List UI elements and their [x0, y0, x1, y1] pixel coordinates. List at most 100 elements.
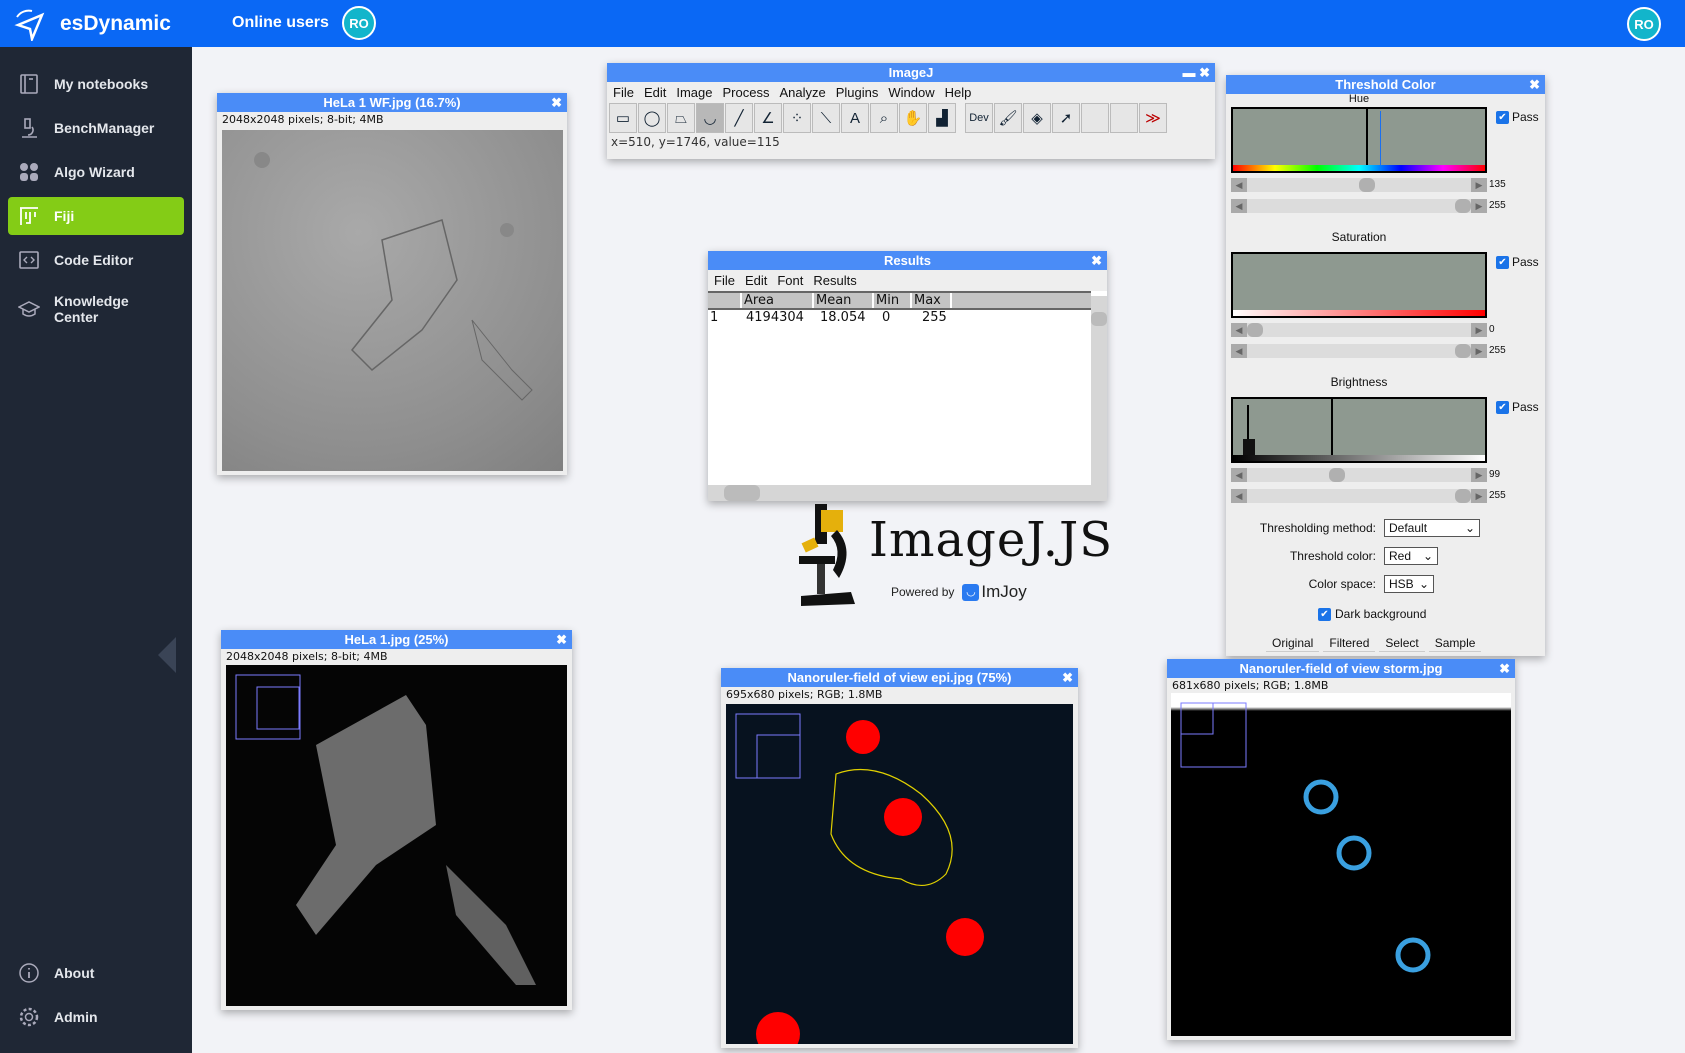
sidebar-item-my-notebooks[interactable]: My notebooks — [8, 65, 184, 103]
brightness-max-slider[interactable] — [1231, 489, 1487, 503]
tool-button[interactable]: ◡ — [696, 103, 724, 133]
image-canvas[interactable] — [1171, 693, 1511, 1036]
window-titlebar[interactable]: HeLa 1 WF.jpg (16.7%) ✖ — [217, 93, 567, 112]
image-info: 2048x2048 pixels; 8-bit; 4MB — [226, 650, 388, 663]
chevron-down-icon: ⌄ — [1464, 521, 1475, 535]
button-filtered[interactable]: Filtered — [1323, 635, 1376, 652]
tool-button[interactable]: ∠ — [754, 103, 782, 133]
dark-background-checkbox[interactable]: ✔ Dark background — [1318, 607, 1426, 621]
color-space-select[interactable]: HSB ⌄ — [1384, 575, 1434, 593]
window-titlebar[interactable]: HeLa 1.jpg (25%) ✖ — [221, 630, 572, 649]
checkbox-icon: ✔ — [1496, 400, 1509, 414]
tool-button[interactable]: ⟍ — [812, 103, 840, 133]
close-icon[interactable]: ✖ — [1499, 659, 1510, 678]
menu-process[interactable]: Process — [723, 85, 770, 100]
image-canvas[interactable] — [222, 130, 563, 471]
tool-button[interactable]: ➚ — [1052, 103, 1080, 133]
sidebar-item-code-editor[interactable]: Code Editor — [8, 241, 184, 279]
tool-button[interactable]: ⌕ — [870, 103, 898, 133]
user-avatar[interactable]: RO — [1627, 7, 1661, 41]
table-header: Area Mean Min Max — [708, 291, 1091, 310]
image-canvas[interactable] — [726, 704, 1073, 1044]
menu-font[interactable]: Font — [777, 273, 803, 288]
brightness-min-slider[interactable] — [1231, 468, 1487, 482]
tool-button[interactable] — [1110, 103, 1138, 133]
chevron-down-icon: ⌄ — [1418, 577, 1429, 591]
menu-analyze[interactable]: Analyze — [779, 85, 825, 100]
vertical-scrollbar[interactable] — [1091, 296, 1107, 485]
window-titlebar[interactable]: Threshold Color ✖ — [1226, 75, 1545, 94]
online-user-avatar[interactable]: RO — [342, 6, 376, 40]
saturation-min-value: 0 — [1489, 324, 1495, 335]
close-icon[interactable]: ✖ — [551, 93, 562, 112]
sidebar-item-about[interactable]: About — [8, 954, 184, 992]
sidebar-item-fiji[interactable]: Fiji — [8, 197, 184, 235]
brightness-histogram — [1231, 397, 1487, 463]
sidebar-item-label: Algo Wizard — [54, 164, 135, 180]
tool-button[interactable]: ⁘ — [783, 103, 811, 133]
threshold-color-window: Threshold Color✖ Hue ✔Pass 135 255 Satur… — [1226, 75, 1545, 656]
tool-button[interactable]: ≫ — [1139, 103, 1167, 133]
saturation-pass-checkbox[interactable]: ✔ Pass — [1496, 255, 1539, 269]
column-header[interactable] — [708, 293, 742, 308]
microscope-icon — [22, 118, 37, 138]
close-icon[interactable]: ✖ — [1091, 251, 1102, 270]
table-cell: 0 — [882, 310, 891, 325]
column-header[interactable]: Mean — [814, 293, 874, 308]
brightness-pass-checkbox[interactable]: ✔ Pass — [1496, 400, 1539, 414]
menu-file[interactable]: File — [613, 85, 634, 100]
tool-button[interactable]: ▭ — [609, 103, 637, 133]
menu-plugins[interactable]: Plugins — [836, 85, 879, 100]
button-sample[interactable]: Sample — [1428, 635, 1482, 652]
saturation-max-slider[interactable] — [1231, 344, 1487, 358]
tool-button[interactable]: ▟ — [928, 103, 956, 133]
threshold-color-select[interactable]: Red ⌄ — [1384, 547, 1438, 565]
minimize-close-icon[interactable]: ▬ ✖ — [1182, 63, 1210, 82]
method-select[interactable]: Default ⌄ — [1384, 519, 1480, 537]
menu-file[interactable]: File — [714, 273, 735, 288]
column-header[interactable]: Max — [912, 293, 952, 308]
menu-edit[interactable]: Edit — [745, 273, 767, 288]
tool-button[interactable]: ✋ — [899, 103, 927, 133]
menu-window[interactable]: Window — [888, 85, 934, 100]
column-header[interactable]: Min — [874, 293, 912, 308]
button-original[interactable]: Original — [1266, 635, 1320, 652]
hue-pass-checkbox[interactable]: ✔ Pass — [1496, 110, 1539, 124]
close-icon[interactable]: ✖ — [1062, 668, 1073, 687]
sidebar-item-knowledge-center[interactable]: Knowledge Center — [8, 285, 184, 333]
saturation-min-slider[interactable] — [1231, 323, 1487, 337]
close-icon[interactable]: ✖ — [556, 630, 567, 649]
horizontal-scrollbar[interactable] — [708, 485, 1107, 501]
sidebar-item-algo-wizard[interactable]: Algo Wizard — [8, 153, 184, 191]
menu-edit[interactable]: Edit — [644, 85, 666, 100]
tool-button[interactable]: Dev — [965, 103, 993, 133]
window-title: ImageJ — [888, 65, 934, 80]
window-titlebar[interactable]: Nanoruler-field of view storm.jpg ✖ — [1167, 659, 1515, 678]
button-select[interactable]: Select — [1379, 635, 1425, 652]
hue-min-slider[interactable] — [1231, 178, 1487, 192]
sidebar-item-benchmanager[interactable]: BenchManager — [8, 109, 184, 147]
window-titlebar[interactable]: ImageJ ▬ ✖ — [607, 63, 1215, 82]
hue-max-slider[interactable] — [1231, 199, 1487, 213]
menu-results[interactable]: Results — [813, 273, 856, 288]
collapse-sidebar-icon[interactable] — [158, 637, 176, 673]
table-row[interactable]: 1 4194304 18.054 0 255 — [708, 310, 1091, 328]
close-icon[interactable]: ✖ — [1529, 75, 1540, 94]
chevron-down-icon: ⌄ — [1422, 549, 1433, 563]
brand-logo[interactable]: esDynamic — [0, 0, 192, 47]
window-titlebar[interactable]: Nanoruler-field of view epi.jpg (75%) ✖ — [721, 668, 1078, 687]
image-canvas[interactable] — [226, 665, 567, 1006]
tool-button[interactable]: ╱ — [725, 103, 753, 133]
tool-button[interactable] — [1081, 103, 1109, 133]
column-header[interactable]: Area — [742, 293, 814, 308]
tool-button[interactable]: ◈ — [1023, 103, 1051, 133]
menu-help[interactable]: Help — [945, 85, 972, 100]
menu-image[interactable]: Image — [676, 85, 712, 100]
sidebar-item-admin[interactable]: Admin — [8, 998, 184, 1036]
tool-button[interactable]: 🖌 — [994, 103, 1022, 133]
tool-button[interactable]: A — [841, 103, 869, 133]
tool-button[interactable]: ◯ — [638, 103, 666, 133]
tool-button[interactable]: ⏢ — [667, 103, 695, 133]
window-titlebar[interactable]: Results ✖ — [708, 251, 1107, 270]
pass-label: Pass — [1512, 110, 1539, 124]
